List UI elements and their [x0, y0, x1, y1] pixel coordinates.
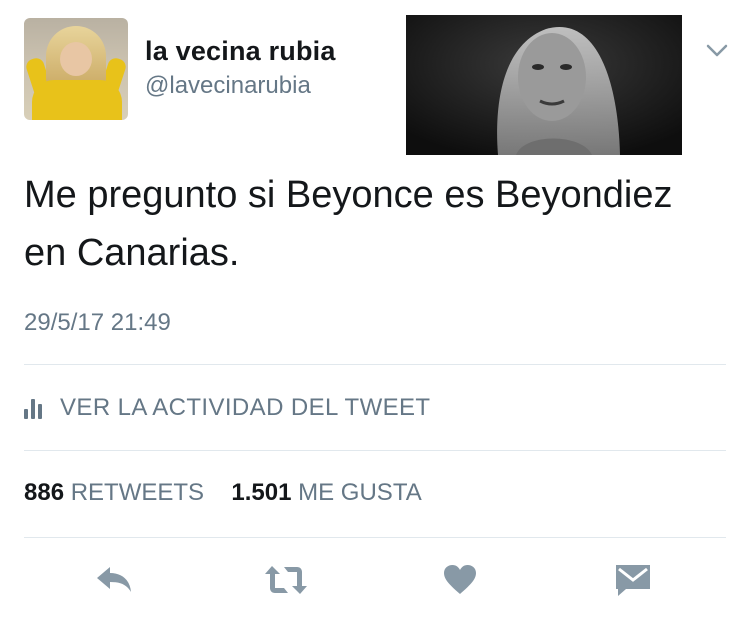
likes-stat[interactable]: 1.501 ME GUSTA	[225, 479, 422, 506]
tweet-text: Me pregunto si Beyonce es Beyondiez en C…	[24, 174, 673, 274]
direct-message-icon	[616, 565, 650, 596]
reply-icon	[97, 567, 131, 592]
avatar-face	[60, 42, 92, 76]
retweets-count: 886	[24, 479, 65, 506]
tweet-stats: 886 RETWEETS 1.501 ME GUSTA	[24, 479, 422, 507]
user-handle[interactable]: @lavecinarubia	[145, 72, 311, 100]
like-button[interactable]	[443, 562, 477, 598]
header-photo	[406, 15, 682, 155]
likes-count: 1.501	[231, 479, 292, 506]
bar-chart-icon	[24, 397, 48, 419]
retweets-stat[interactable]: 886 RETWEETS	[24, 479, 211, 506]
heart-icon	[444, 565, 476, 594]
retweets-label: RETWEETS	[70, 479, 205, 506]
avatar[interactable]	[24, 18, 128, 120]
divider	[24, 364, 726, 365]
likes-label: ME GUSTA	[298, 479, 422, 506]
divider	[24, 450, 726, 451]
retweet-button[interactable]	[263, 562, 309, 598]
activity-label: VER LA ACTIVIDAD DEL TWEET	[60, 394, 431, 421]
direct-message-button[interactable]	[614, 562, 652, 598]
display-name[interactable]: la vecina rubia	[145, 36, 336, 67]
reply-button[interactable]	[94, 562, 134, 598]
divider	[24, 537, 726, 538]
chevron-down-icon[interactable]	[704, 40, 730, 60]
avatar-jacket	[32, 80, 122, 120]
retweet-icon	[265, 566, 307, 594]
view-tweet-activity-link[interactable]: VER LA ACTIVIDAD DEL TWEET	[24, 393, 431, 423]
tweet-timestamp[interactable]: 29/5/17 21:49	[24, 309, 171, 337]
